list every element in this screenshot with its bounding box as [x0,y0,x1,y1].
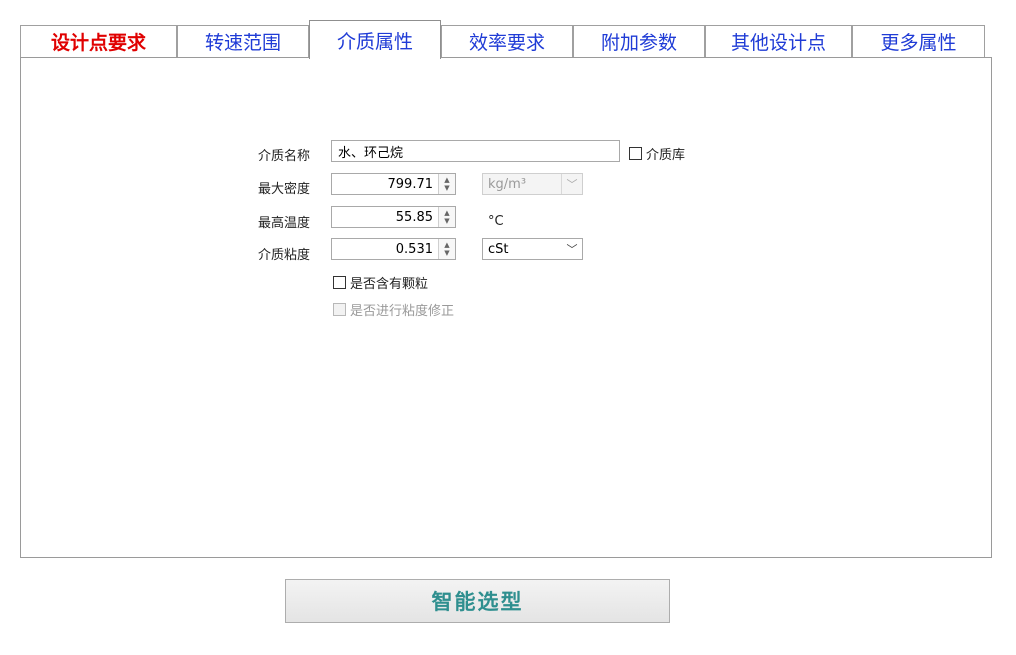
checkbox-box [333,303,346,316]
tab-design-point[interactable]: 设计点要求 [20,25,177,57]
tab-efficiency[interactable]: 效率要求 [441,25,573,57]
max-temp-input[interactable]: 55.85 ▲ ▼ [331,206,456,228]
medium-library-checkbox[interactable]: 介质库 [629,144,685,163]
density-unit-select[interactable]: kg/m³ ﹀ [482,173,583,195]
viscosity-label: 介质粘度 [258,248,311,263]
tab-medium-properties[interactable]: 介质属性 [309,20,441,59]
viscosity-unit-value: cSt [488,241,509,257]
smart-select-button[interactable]: 智能选型 [285,579,670,623]
checkbox-box [629,147,642,160]
max-temp-value: 55.85 [395,209,433,225]
chevron-down-icon: ﹀ [566,243,578,256]
max-density-label: 最大密度 [258,182,311,197]
chevron-down-icon: ﹀ [561,174,582,194]
tab-speed-range[interactable]: 转速范围 [177,25,309,57]
particles-label: 是否含有颗粒 [350,277,429,292]
spinner-arrows-icon[interactable]: ▲ ▼ [438,207,455,227]
spinner-arrows-icon[interactable]: ▲ ▼ [438,174,455,194]
tab-more-properties[interactable]: 更多属性 [852,25,985,57]
particles-checkbox[interactable]: 是否含有颗粒 [333,273,428,292]
medium-name-input[interactable]: 水、环己烷 [331,140,620,162]
density-unit-value: kg/m³ [488,176,527,192]
app-window: 设计点要求 转速范围 介质属性 效率要求 附加参数 其他设计点 更多属性 介质名… [0,0,1016,655]
viscosity-correction-checkbox[interactable]: 是否进行粘度修正 [333,300,454,319]
tab-additional-params[interactable]: 附加参数 [573,25,705,57]
viscosity-correction-label: 是否进行粘度修正 [350,304,455,319]
tab-panel [20,57,992,558]
viscosity-input[interactable]: 0.531 ▲ ▼ [331,238,456,260]
viscosity-value: 0.531 [395,241,433,257]
checkbox-box [333,276,346,289]
max-temp-label: 最高温度 [258,216,311,231]
tab-other-design-points[interactable]: 其他设计点 [705,25,852,57]
tab-bar: 设计点要求 转速范围 介质属性 效率要求 附加参数 其他设计点 更多属性 [20,20,992,59]
viscosity-unit-select[interactable]: cSt ﹀ [482,238,583,260]
medium-library-label: 介质库 [646,148,686,163]
max-density-value: 799.71 [387,176,434,192]
max-density-input[interactable]: 799.71 ▲ ▼ [331,173,456,195]
spinner-arrows-icon[interactable]: ▲ ▼ [438,239,455,259]
medium-name-label: 介质名称 [258,149,311,164]
temp-unit-label: °C [488,214,504,229]
